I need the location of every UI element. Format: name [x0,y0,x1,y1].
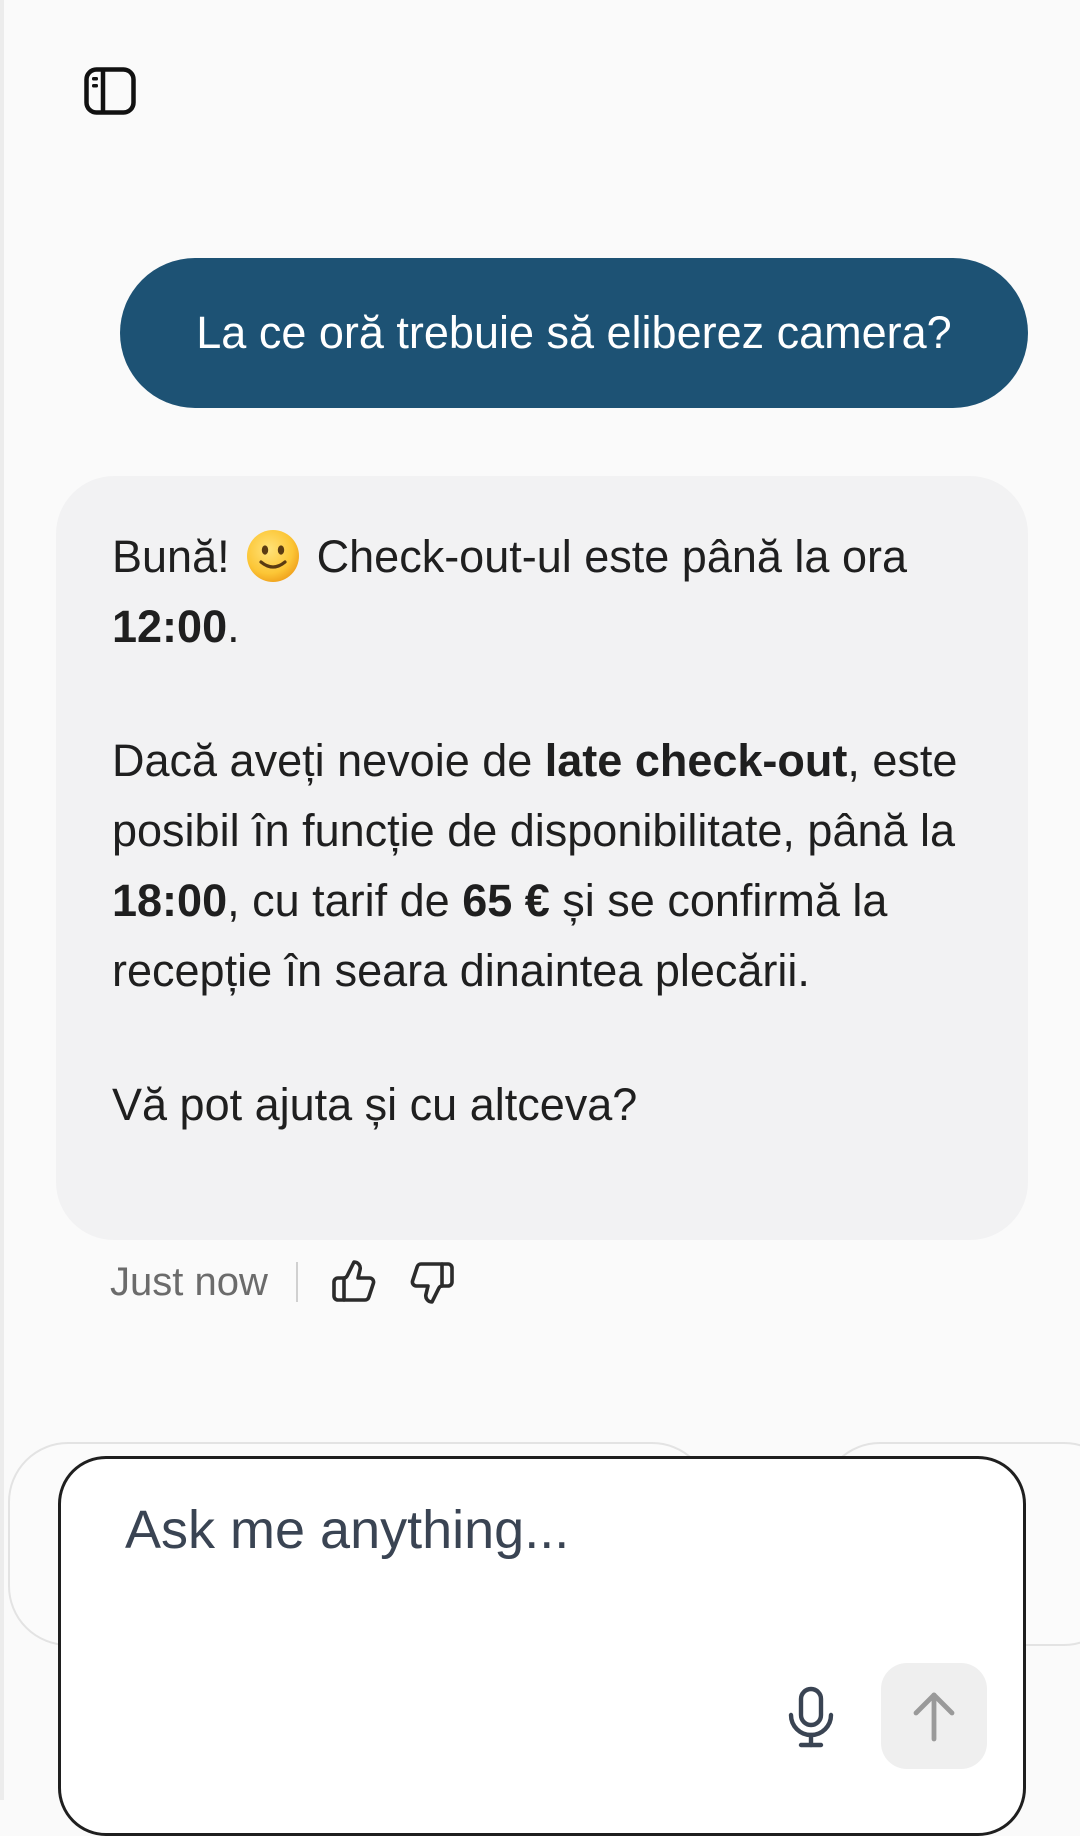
sidebar-toggle-icon [84,67,136,115]
send-button[interactable] [881,1663,987,1769]
message-timestamp: Just now [110,1259,268,1304]
late-checkout-time: 18:00 [112,875,228,926]
message-meta-row: Just now [110,1250,484,1314]
late-checkout-label: late check-out [544,735,848,786]
left-edge-divider [0,0,4,1800]
voice-input-button[interactable] [773,1679,849,1755]
message-composer [58,1456,1026,1836]
late-checkout-price: 65 € [462,875,550,926]
assistant-paragraph-1: Bună! Check-out-ul este până la ora 12:0… [112,530,907,652]
meta-divider [295,1262,298,1302]
checkout-time: 12:00 [112,601,228,652]
arrow-up-icon [913,1692,955,1742]
message-input[interactable] [125,1499,945,1561]
thumbs-down-icon [410,1262,454,1304]
assistant-paragraph-2: Dacă aveți nevoie de late check-out, est… [112,735,958,996]
user-message-bubble: La ce oră trebuie să eliberez camera? [120,258,1028,408]
thumbs-up-icon [332,1260,376,1302]
thumbs-up-button[interactable] [328,1256,380,1308]
assistant-paragraph-3: Vă pot ajuta și cu altceva? [112,1079,638,1130]
slightly-smiling-face-icon [247,530,300,582]
user-message-text: La ce oră trebuie să eliberez camera? [196,307,952,358]
assistant-message-bubble: Bună! Check-out-ul este până la ora 12:0… [56,476,1028,1240]
sidebar-toggle-button[interactable] [84,66,136,116]
thumbs-down-button[interactable] [406,1256,458,1308]
microphone-icon [788,1686,834,1748]
